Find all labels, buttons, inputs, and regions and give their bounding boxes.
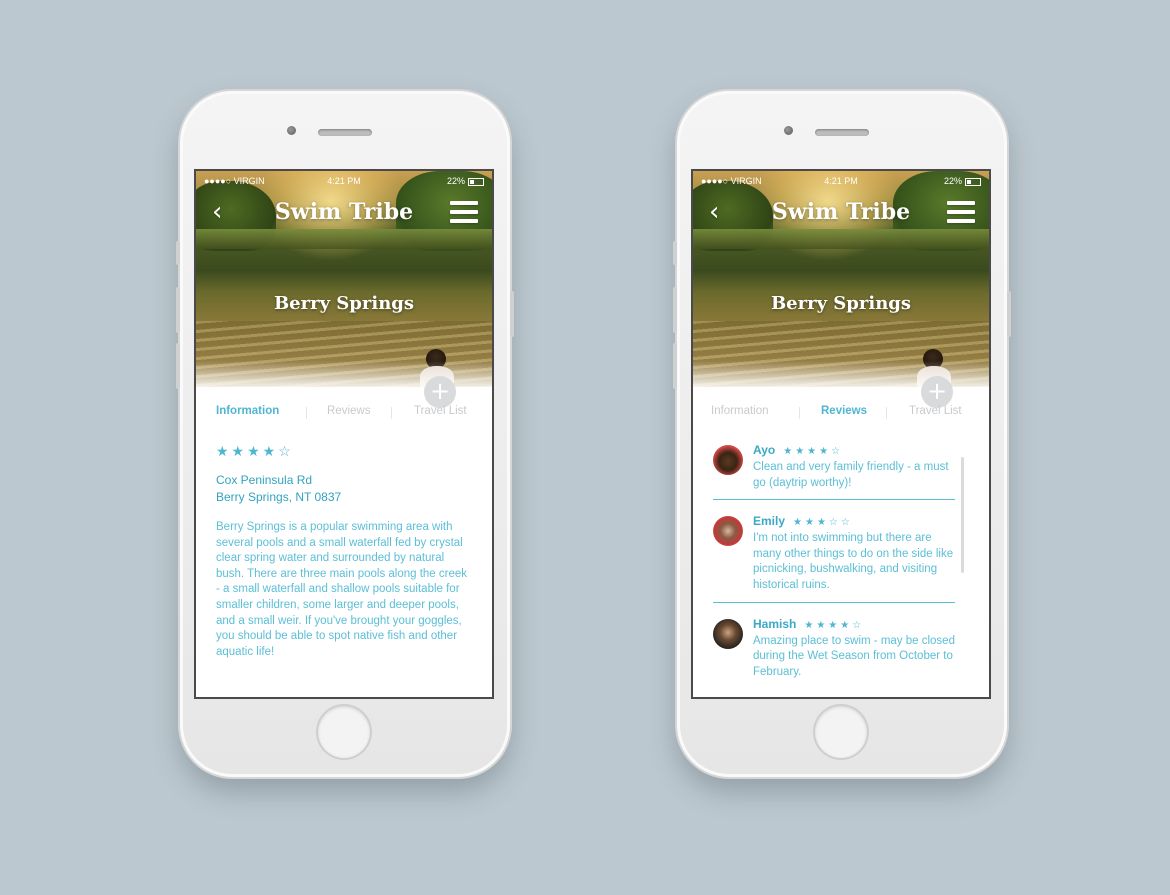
tab-reviews[interactable]: Reviews	[821, 405, 867, 417]
volume-up-button	[673, 287, 677, 333]
avatar	[713, 445, 743, 475]
app-title: Swim Tribe	[274, 199, 414, 225]
scrollbar[interactable]	[961, 457, 964, 573]
earpiece-speaker	[318, 129, 372, 136]
address-line-1: Cox Peninsula Rd	[216, 473, 313, 487]
review-item: Hamish ★★★★☆ Amazing place to swim - may …	[713, 613, 955, 689]
tab-travel-list[interactable]: Travel List	[909, 405, 962, 417]
tab-divider	[391, 407, 392, 419]
review-item: Emily ★★★☆☆ I'm not into swimming but the…	[713, 510, 955, 603]
tab-bar: Information Reviews Travel List	[693, 399, 989, 425]
information-panel: ★★★★☆ Cox Peninsula Rd Berry Springs, NT…	[216, 443, 474, 660]
earpiece-speaker	[815, 129, 869, 136]
nav-bar: ‹ Swim Tribe	[693, 191, 989, 235]
reviews-list[interactable]: Ayo ★★★★☆ Clean and very family friendly …	[713, 439, 955, 697]
place-description: Berry Springs is a popular swimming area…	[216, 521, 468, 658]
avatar	[713, 618, 743, 649]
battery-label: 22%	[446, 176, 465, 186]
review-stars: ★★★☆☆	[793, 517, 853, 529]
screen-information: ●●●●○ VIRGIN 4:21 PM 22% ‹ Swim Tribe Be…	[196, 171, 492, 697]
review-text: Clean and very family friendly - a must …	[753, 461, 949, 489]
hamburger-menu-icon[interactable]	[947, 201, 975, 223]
reviewer-name: Hamish	[753, 616, 797, 631]
tab-divider	[799, 407, 800, 419]
home-button[interactable]	[815, 706, 867, 758]
nav-bar: ‹ Swim Tribe	[196, 191, 492, 235]
review-stars: ★★★★☆	[783, 446, 844, 457]
review-text: Amazing place to swim - may be closed du…	[753, 634, 955, 678]
volume-down-button	[673, 343, 677, 389]
battery-label: 22%	[943, 176, 962, 186]
app-title: Swim Tribe	[771, 199, 911, 225]
address-line-2: Berry Springs, NT 0837	[216, 490, 342, 504]
tab-reviews[interactable]: Reviews	[327, 405, 370, 417]
screen-reviews: ●●●●○ VIRGIN 4:21 PM 22% ‹ Swim Tribe Be…	[693, 171, 989, 697]
place-title: Berry Springs	[770, 293, 912, 314]
power-button	[510, 291, 514, 337]
tab-bar: Information Reviews Travel List	[196, 399, 492, 425]
mute-switch	[673, 241, 677, 265]
avatar	[713, 516, 743, 547]
front-camera	[784, 126, 793, 135]
phone-left: ●●●●○ VIRGIN 4:21 PM 22% ‹ Swim Tribe Be…	[176, 91, 514, 777]
tab-divider	[306, 407, 307, 419]
battery-icon	[468, 177, 484, 186]
status-bar: ●●●●○ VIRGIN 4:21 PM 22%	[196, 175, 492, 189]
front-camera	[287, 126, 296, 135]
status-bar: ●●●●○ VIRGIN 4:21 PM 22%	[693, 175, 989, 189]
rating-stars: ★★★★☆	[216, 443, 294, 459]
place-title: Berry Springs	[273, 293, 415, 314]
phone-right: ●●●●○ VIRGIN 4:21 PM 22% ‹ Swim Tribe Be…	[673, 91, 1011, 777]
hamburger-menu-icon[interactable]	[450, 201, 478, 223]
battery-indicator: 22%	[944, 176, 981, 186]
tab-information[interactable]: Information	[711, 405, 769, 417]
tab-travel-list[interactable]: Travel List	[414, 405, 467, 417]
tab-divider	[886, 407, 887, 419]
volume-up-button	[176, 287, 180, 333]
reviewer-name: Emily	[753, 514, 786, 529]
home-button[interactable]	[318, 706, 370, 758]
tab-information[interactable]: Information	[216, 405, 279, 417]
reviewer-name: Ayo	[753, 443, 776, 457]
battery-indicator: 22%	[447, 176, 484, 186]
address: Cox Peninsula Rd Berry Springs, NT 0837	[216, 472, 474, 506]
review-item: Ayo ★★★★☆ Clean and very family friendly …	[713, 439, 955, 501]
review-text: I'm not into swimming but there are many…	[753, 532, 954, 591]
volume-down-button	[176, 343, 180, 389]
power-button	[1007, 291, 1011, 337]
battery-icon	[965, 177, 981, 186]
review-stars: ★★★★☆	[804, 619, 865, 631]
mute-switch	[176, 241, 180, 265]
